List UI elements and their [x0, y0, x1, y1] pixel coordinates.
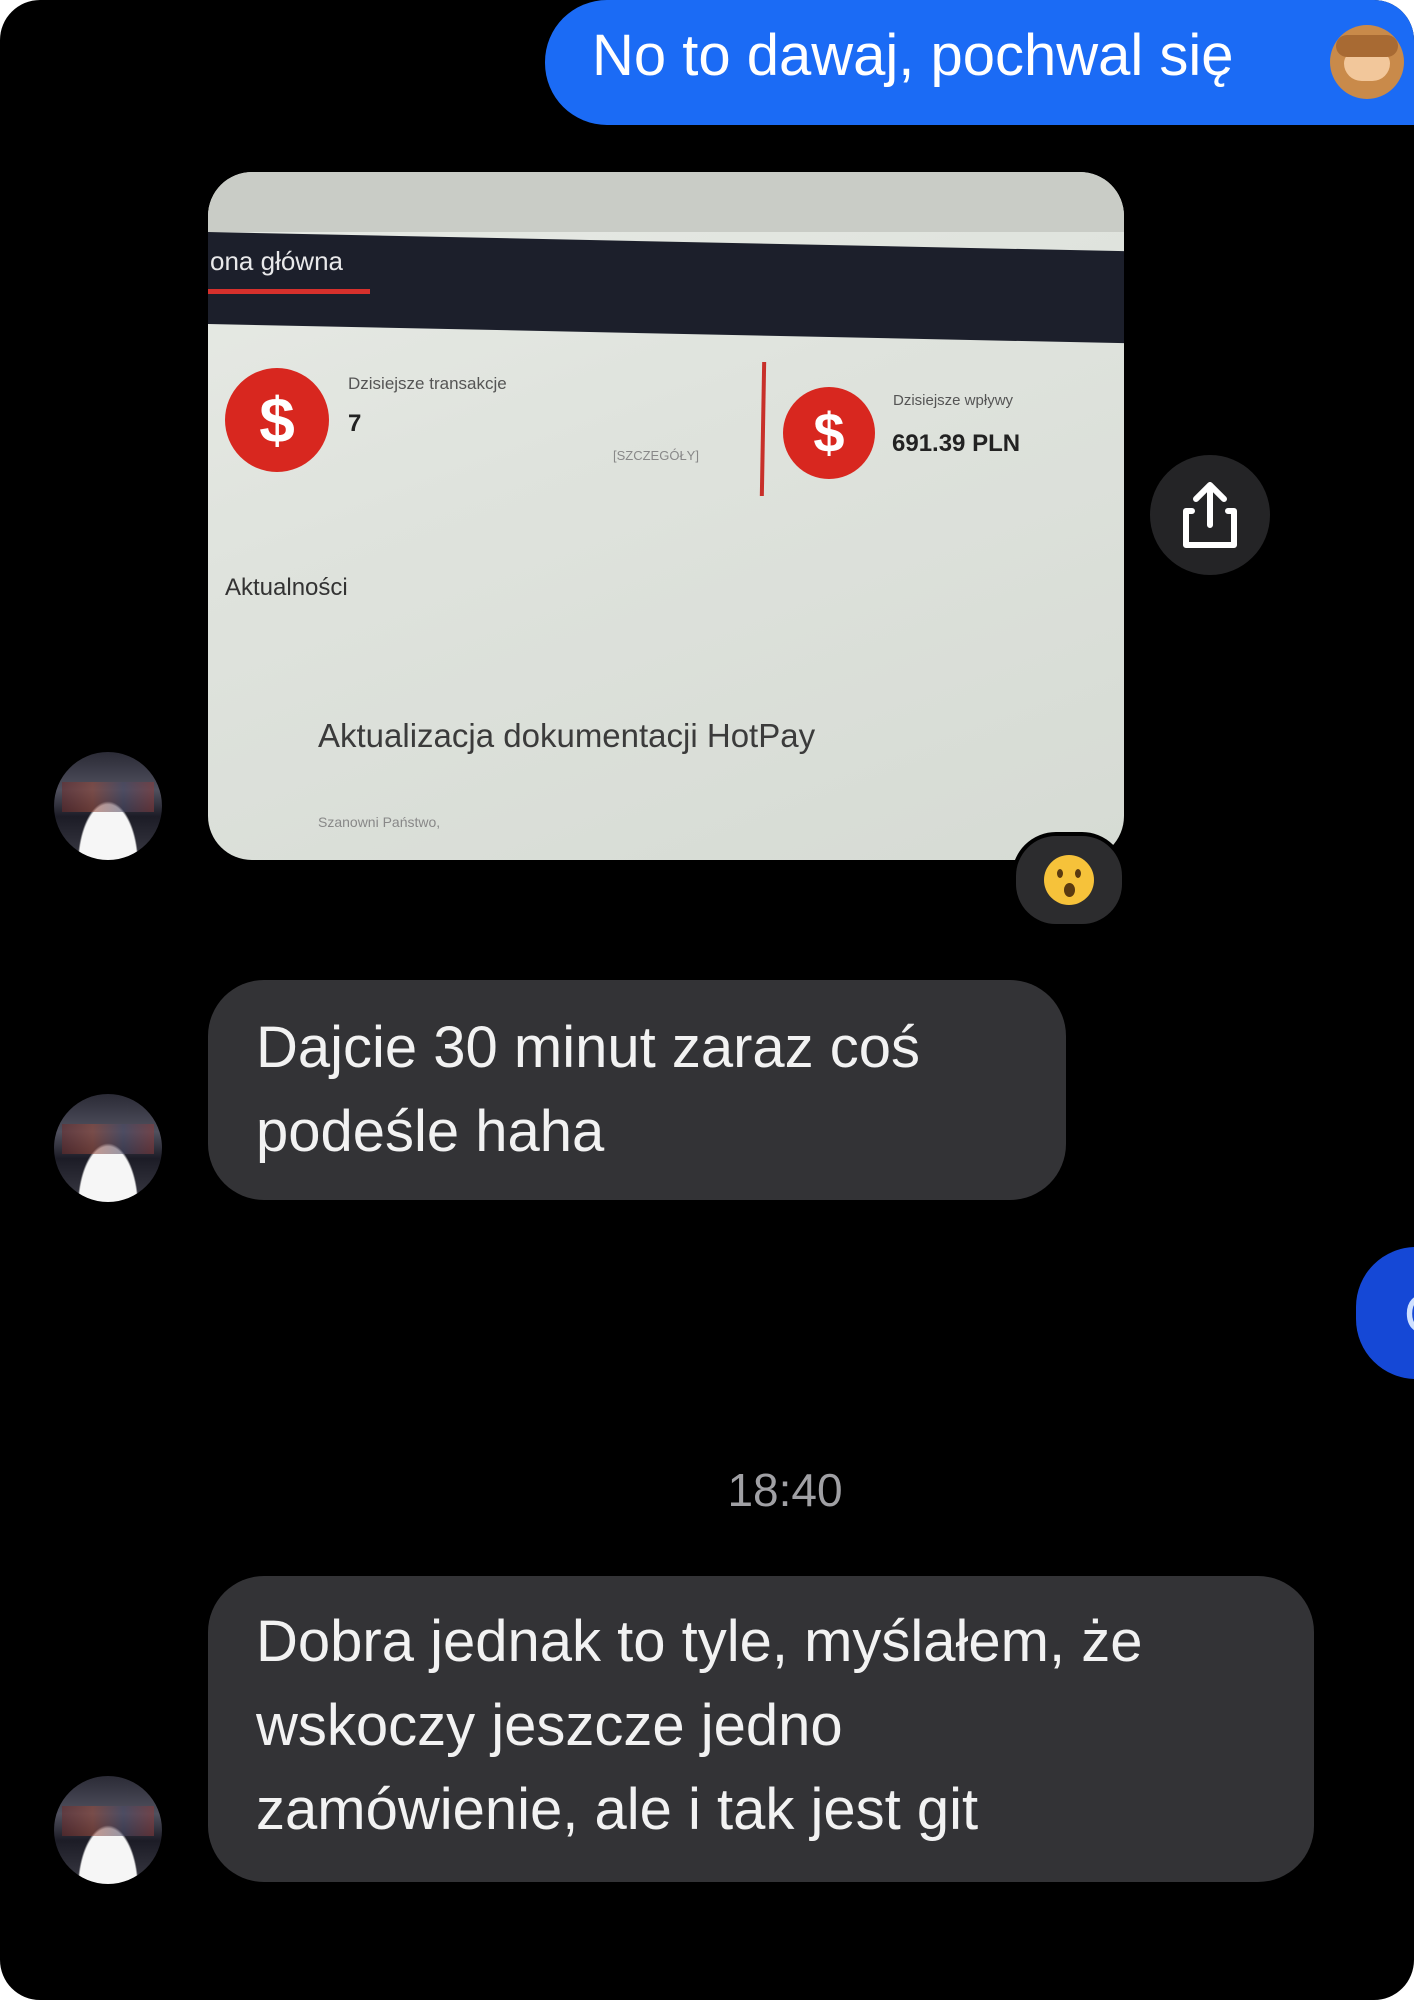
- photo-divider: [759, 361, 767, 497]
- avatar[interactable]: [54, 1776, 162, 1884]
- photo-card-value: 7: [348, 410, 362, 437]
- message-text-line: zamówienie, ale i tak jest git: [256, 1777, 979, 1842]
- chat-screen: No to dawaj, pochwal się ona główna $ Dz…: [0, 0, 1414, 2000]
- avatar[interactable]: [54, 1094, 162, 1202]
- photo-card-label: Dzisiejsze transakcje: [348, 374, 507, 393]
- share-icon: [1183, 482, 1237, 548]
- photo-footer-text: Szanowni Państwo,: [318, 814, 441, 830]
- message-text-line: Dajcie 30 minut zaraz coś: [256, 1015, 921, 1080]
- timestamp: 18:40: [727, 1464, 843, 1516]
- message-text-line: Dobra jednak to tyle, myślałem, że: [256, 1609, 1143, 1674]
- dollar-icon: $: [783, 387, 875, 479]
- surprised-face-icon: [1044, 855, 1094, 905]
- message-text-line: wskoczy jeszcze jedno: [256, 1693, 843, 1758]
- photo-card-label: Dzisiejsze wpływy: [893, 392, 1014, 409]
- share-button[interactable]: [1150, 455, 1270, 575]
- incoming-message-bubble[interactable]: Dobra jednak to tyle, myślałem, że wskoc…: [208, 1576, 1314, 1882]
- photo-headline: Aktualizacja dokumentacji HotPay: [318, 717, 816, 754]
- message-text-line: podeśle haha: [256, 1099, 605, 1164]
- photo-nav-underline: [208, 289, 370, 294]
- incoming-message-bubble[interactable]: Dajcie 30 minut zaraz coś podeśle haha: [208, 980, 1066, 1200]
- see-no-evil-monkey-icon: [1330, 25, 1404, 99]
- photo-card-link: [SZCZEGÓŁY]: [613, 448, 699, 463]
- avatar[interactable]: [54, 752, 162, 860]
- photo-nav-bar: [208, 232, 1124, 344]
- outgoing-message-text: C: [1404, 1281, 1414, 1346]
- photo-news-label: Aktualności: [225, 574, 348, 601]
- outgoing-message-bubble[interactable]: C: [1356, 1247, 1414, 1379]
- photo-header-strip: [208, 172, 1124, 232]
- photo-card-value: 691.39 PLN: [892, 430, 1021, 457]
- outgoing-message-text: No to dawaj, pochwal się: [592, 23, 1234, 88]
- dollar-icon: $: [225, 368, 329, 472]
- photo-message[interactable]: ona główna $ Dzisiejsze transakcje 7 [SZ…: [208, 172, 1124, 860]
- photo-nav-label: ona główna: [210, 246, 343, 276]
- message-reaction[interactable]: [1012, 832, 1126, 928]
